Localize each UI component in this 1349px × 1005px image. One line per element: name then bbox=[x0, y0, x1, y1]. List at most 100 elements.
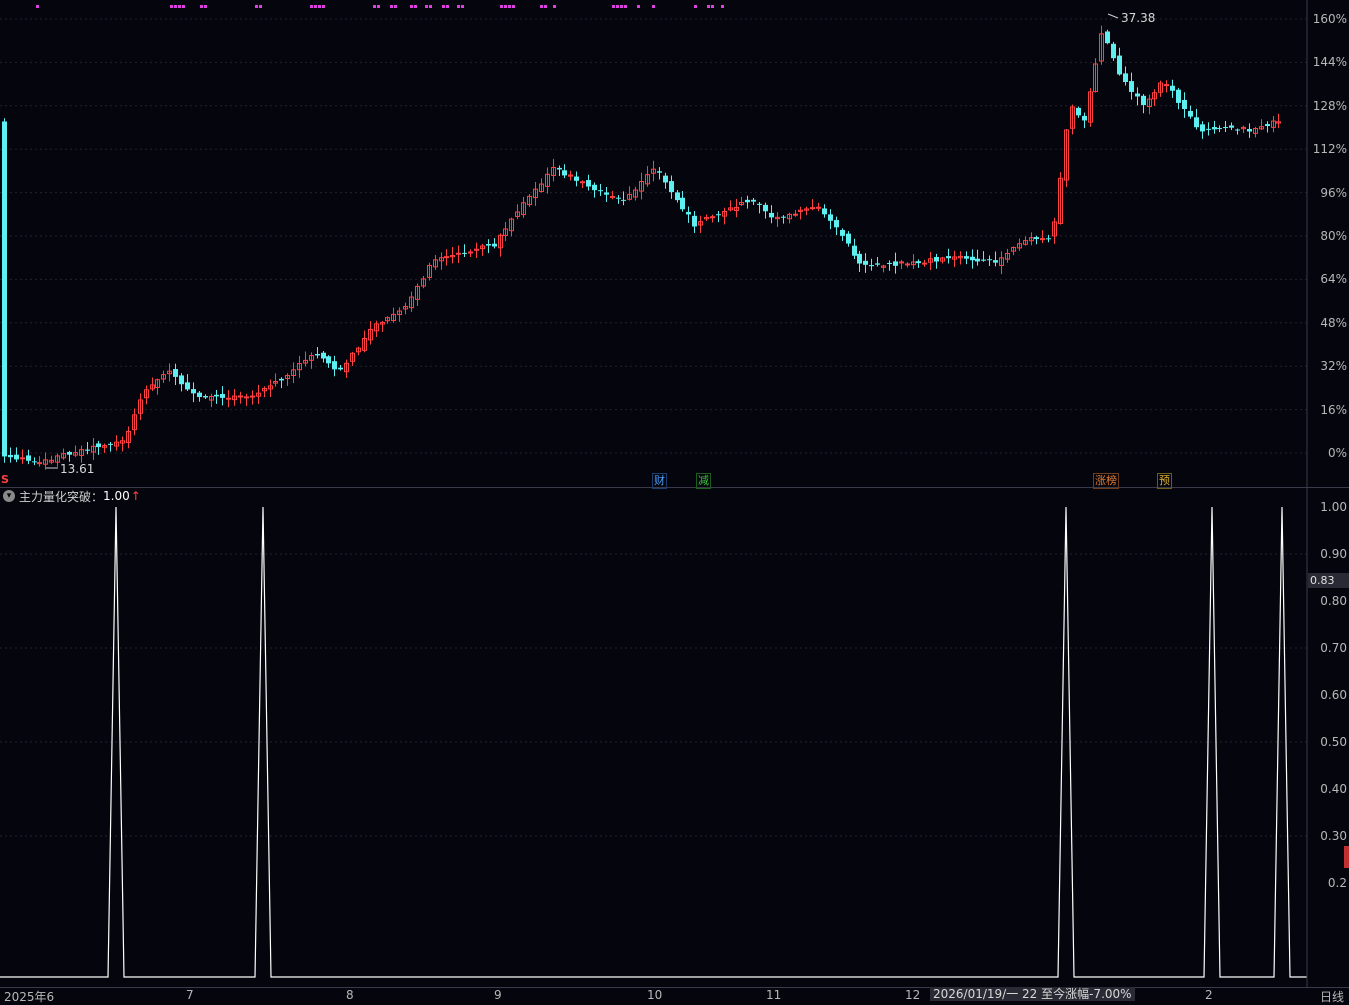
candle-body bbox=[244, 396, 249, 399]
candle-body bbox=[315, 354, 320, 356]
signal-dot bbox=[721, 5, 724, 8]
event-badge-gainers-list[interactable]: 涨榜 bbox=[1093, 473, 1119, 489]
indicator-up-arrow: ↑ bbox=[130, 489, 141, 503]
grid-lines bbox=[0, 18, 1307, 837]
candle-body bbox=[592, 184, 597, 191]
candle-body bbox=[214, 394, 219, 397]
candle-body bbox=[745, 199, 750, 203]
candle-body bbox=[822, 208, 827, 215]
candle-body bbox=[857, 253, 862, 264]
chevron-down-icon[interactable]: ▾ bbox=[3, 490, 15, 502]
candle-body bbox=[486, 244, 491, 246]
candle-body bbox=[692, 215, 697, 227]
candle-body bbox=[197, 392, 202, 398]
candle-body bbox=[964, 256, 969, 259]
indicator-title: 主力量化突破 bbox=[19, 489, 92, 504]
signal-dot bbox=[540, 5, 543, 8]
candle-body bbox=[1188, 111, 1193, 117]
event-badge-reduction[interactable]: 减 bbox=[696, 473, 711, 489]
indicator-colon: ： bbox=[91, 489, 104, 504]
candle-body bbox=[108, 443, 113, 445]
candle-body bbox=[1176, 89, 1181, 103]
candle-body bbox=[1194, 117, 1199, 128]
signal-dot bbox=[373, 5, 376, 8]
signal-dot bbox=[174, 5, 177, 8]
event-badge-forecast[interactable]: 预 bbox=[1157, 473, 1172, 489]
candle-body bbox=[179, 375, 184, 385]
candle-body bbox=[37, 462, 42, 465]
candle-body bbox=[757, 203, 762, 205]
signal-dot bbox=[377, 5, 380, 8]
signal-dot bbox=[446, 5, 449, 8]
candle-body bbox=[846, 233, 851, 244]
signal-dot bbox=[429, 5, 432, 8]
main-y-tick: 96% bbox=[1320, 185, 1347, 200]
signal-dot bbox=[410, 5, 413, 8]
signal-dot bbox=[390, 5, 393, 8]
x-label-feb: 2 bbox=[1205, 988, 1213, 1002]
current-value-tag: 0.83 bbox=[1308, 573, 1349, 588]
candle-body bbox=[751, 199, 756, 202]
candle-body bbox=[557, 167, 562, 170]
main-y-tick: 144% bbox=[1312, 55, 1347, 70]
candle-body bbox=[1040, 238, 1045, 241]
candle-body bbox=[321, 352, 326, 359]
candle-body bbox=[1111, 43, 1116, 59]
candle-body bbox=[8, 454, 13, 458]
main-y-tick: 0% bbox=[1327, 446, 1347, 460]
period-daily-button[interactable]: 日线 bbox=[1320, 988, 1344, 1005]
candle-body bbox=[781, 216, 786, 218]
candle-body bbox=[1170, 85, 1175, 91]
candle-body bbox=[840, 229, 845, 236]
indicator-y-tick: 0.30 bbox=[1320, 829, 1347, 843]
signal-dot bbox=[394, 5, 397, 8]
signal-dot bbox=[457, 5, 460, 8]
signal-dot bbox=[310, 5, 313, 8]
main-y-tick: 80% bbox=[1320, 229, 1347, 243]
x-label-sep: 9 bbox=[494, 988, 502, 1002]
signal-dot bbox=[204, 5, 207, 8]
x-label-oct: 10 bbox=[647, 988, 663, 1002]
signal-dot bbox=[425, 5, 428, 8]
event-badge-financial[interactable]: 财 bbox=[652, 473, 667, 489]
candle-body bbox=[191, 389, 196, 394]
candle-body bbox=[869, 265, 874, 267]
corner-marker: S bbox=[1, 473, 9, 486]
candle-body bbox=[1046, 238, 1051, 240]
candle-body bbox=[686, 211, 691, 215]
candle-body bbox=[816, 206, 821, 209]
main-y-tick: 16% bbox=[1320, 402, 1347, 417]
signal-dot bbox=[318, 5, 321, 8]
signal-dot bbox=[182, 5, 185, 8]
candle-body bbox=[20, 457, 25, 460]
candle-body bbox=[1135, 93, 1140, 97]
candle-body bbox=[598, 190, 603, 192]
candle-body bbox=[1034, 237, 1039, 240]
candle-body bbox=[716, 214, 721, 216]
candle-body bbox=[663, 175, 668, 183]
candle-body bbox=[456, 252, 461, 255]
chart-canvas bbox=[0, 0, 1349, 988]
candle-body bbox=[580, 181, 585, 184]
low-price-label: 13.61 bbox=[60, 462, 95, 476]
candle-body bbox=[492, 243, 497, 247]
candle-body bbox=[203, 396, 208, 398]
candle-body bbox=[220, 393, 225, 398]
signal-dot bbox=[178, 5, 181, 8]
x-label-jun: 2025年6 bbox=[4, 990, 55, 1004]
signal-dots bbox=[36, 5, 724, 8]
candle-body bbox=[1247, 128, 1252, 132]
candle-body bbox=[905, 263, 910, 266]
candle-body bbox=[675, 192, 680, 201]
signal-dot bbox=[504, 5, 507, 8]
candle-body bbox=[96, 443, 101, 448]
indicator-side-marker bbox=[1344, 846, 1349, 868]
candle-body bbox=[946, 256, 951, 259]
candle-body bbox=[444, 256, 449, 259]
candle-body bbox=[1229, 125, 1234, 128]
candle-body bbox=[562, 170, 567, 176]
candle-body bbox=[893, 261, 898, 266]
main-y-tick: 48% bbox=[1320, 315, 1347, 330]
candle-body bbox=[1223, 127, 1228, 129]
signal-dot bbox=[461, 5, 464, 8]
